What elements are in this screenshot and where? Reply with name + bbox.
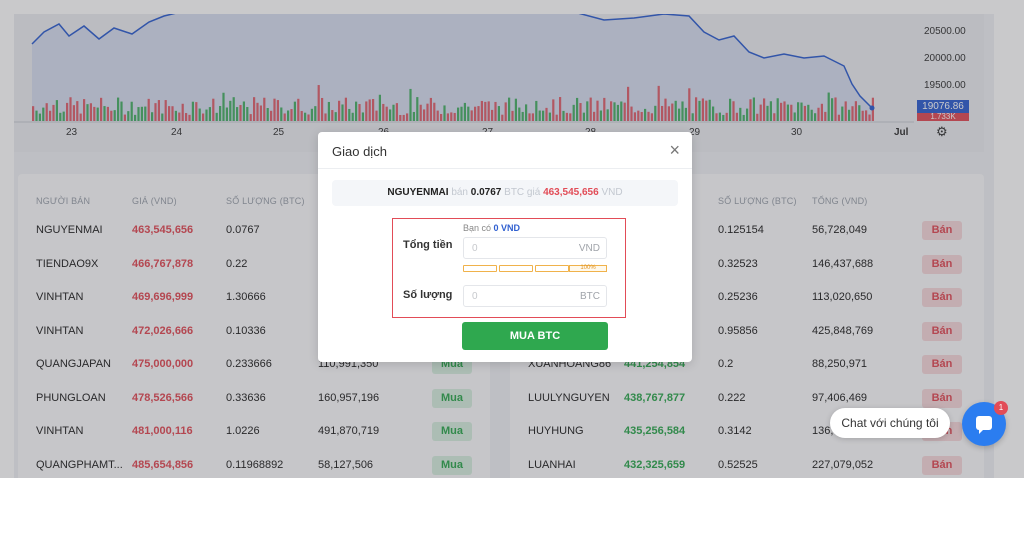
close-icon[interactable]: × — [669, 140, 680, 161]
chat-label[interactable]: Chat với chúng tôi — [830, 408, 950, 438]
balance-prefix: Bạn có — [463, 223, 492, 233]
trade-dialog: Giao dịch × NGUYENMAI bán 0.0767 BTC giá… — [318, 132, 692, 362]
balance-text: Bạn có 0 VND — [463, 223, 520, 233]
buy-btc-button[interactable]: MUA BTC — [462, 322, 608, 350]
divider — [318, 168, 692, 169]
trade-form: Bạn có 0 VND Tổng tiền 0 VND 100% Số lượ… — [392, 218, 626, 318]
trade-summary: NGUYENMAI bán 0.0767 BTC giá 463,545,656… — [332, 180, 678, 206]
total-placeholder: 0 — [472, 243, 478, 254]
price-word: BTC giá — [504, 187, 541, 198]
percent-25-button[interactable] — [463, 265, 497, 272]
total-input[interactable]: 0 VND — [463, 237, 607, 259]
quantity-unit: BTC — [580, 291, 600, 302]
percent-50-button[interactable] — [499, 265, 533, 272]
balance-value: 0 VND — [493, 223, 521, 233]
seller-name: NGUYENMAI — [387, 187, 449, 198]
dialog-title: Giao dịch — [332, 144, 387, 159]
percent-100-button[interactable]: 100% — [569, 265, 607, 272]
quantity-placeholder: 0 — [472, 291, 478, 302]
trade-amount: 0.0767 — [470, 187, 502, 198]
quantity-label: Số lượng — [403, 289, 453, 301]
chat-icon — [976, 416, 992, 434]
notification-badge: 1 — [994, 401, 1008, 415]
total-label: Tổng tiền — [403, 239, 453, 251]
currency: VND — [601, 187, 623, 198]
sell-word: bán — [451, 187, 468, 198]
trade-price: 463,545,656 — [543, 187, 599, 198]
total-unit: VND — [578, 243, 600, 254]
percent-75-button[interactable] — [535, 265, 569, 272]
quantity-input[interactable]: 0 BTC — [463, 285, 607, 307]
